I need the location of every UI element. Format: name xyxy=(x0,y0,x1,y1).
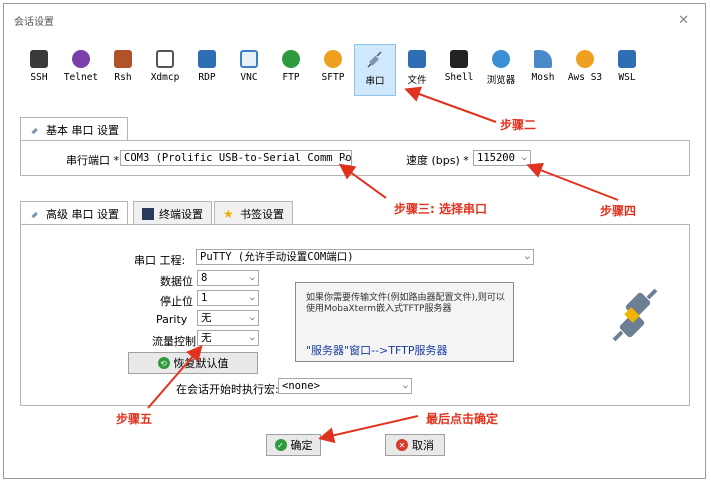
annotation-step3: 步骤三: 选择串口 xyxy=(394,202,487,216)
step5-arrow xyxy=(147,344,203,409)
step4-arrow xyxy=(526,162,619,201)
annotation-step5: 步骤五 xyxy=(116,412,153,426)
step3-arrow xyxy=(338,163,387,199)
last-step-arrow xyxy=(318,415,419,444)
annotation-last-step: 最后点击确定 xyxy=(426,412,499,426)
annotation-step4: 步骤四 xyxy=(600,204,637,218)
annotation-arrows xyxy=(147,86,619,444)
annotation-step2: 步骤二 xyxy=(500,118,537,132)
step2-arrow xyxy=(404,86,497,123)
